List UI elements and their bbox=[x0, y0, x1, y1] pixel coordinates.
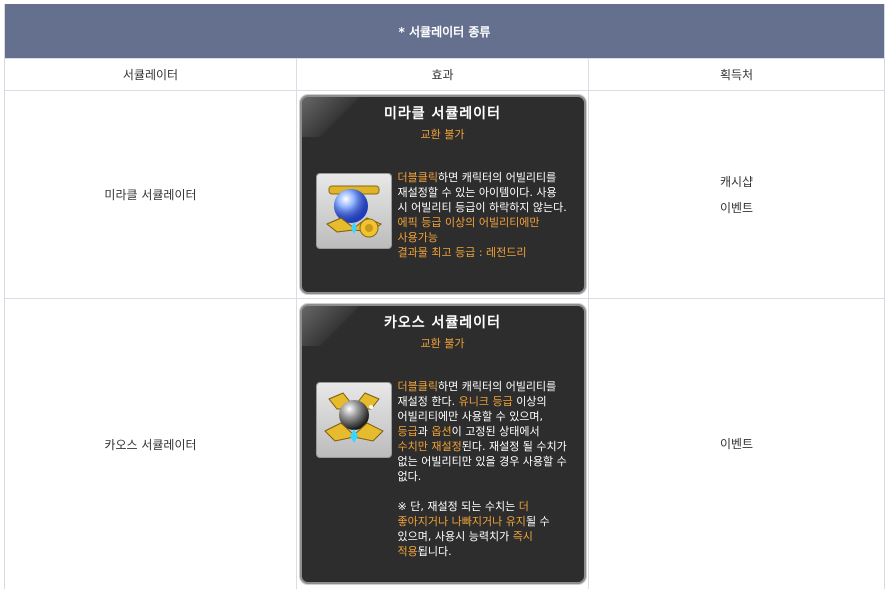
desc-highlight: 옵션 bbox=[431, 425, 452, 438]
card-title: 미라클 서큘레이터 bbox=[384, 106, 501, 122]
column-header-effect: 효과 bbox=[297, 59, 589, 90]
effect-cell: 카오스 서큘레이터 교환 불가 더블클릭하면 캐릭터의 어빌리티를 재설정 한다… bbox=[297, 299, 589, 589]
desc-highlight: 더블클릭 bbox=[397, 380, 438, 393]
miracle-circulator-icon bbox=[315, 173, 392, 249]
card-body: 더블클릭하면 캐릭터의 어빌리티를 재설정할 수 있는 아이템이다. 사용 시 … bbox=[302, 170, 584, 260]
item-name: 미라클 서큘레이터 bbox=[5, 91, 297, 298]
table-title: * 서큘레이터 종류 bbox=[5, 4, 884, 58]
source-cell: 이벤트 bbox=[589, 299, 884, 589]
source-cell: 캐시샵 이벤트 bbox=[589, 91, 884, 298]
chaos-circulator-icon bbox=[315, 382, 392, 458]
table-row: 미라클 서큘레이터 미라클 서큘레이터 교환 불가 더블클릭하면 캐릭터의 어빌… bbox=[5, 90, 884, 298]
item-tooltip-card: 카오스 서큘레이터 교환 불가 더블클릭하면 캐릭터의 어빌리티를 재설정 한다… bbox=[299, 304, 586, 584]
desc-highlight: 결과물 최고 등급 : 레전드리 bbox=[397, 246, 527, 259]
column-header-row: 서큘레이터 효과 획득처 bbox=[5, 58, 884, 90]
desc-highlight: 에픽 등급 이상의 어빌리티에만 사용가능 bbox=[397, 216, 540, 244]
column-header-source: 획득처 bbox=[719, 68, 754, 82]
source-cash-shop: 캐시샵 bbox=[719, 174, 754, 189]
source-event: 이벤트 bbox=[719, 200, 754, 215]
column-header-name: 서큘레이터 bbox=[5, 59, 297, 90]
desc-text: 됩니다. bbox=[417, 545, 452, 558]
item-tooltip-card: 미라클 서큘레이터 교환 불가 더블클릭하면 캐릭터의 어빌리티를 재설정할 수… bbox=[299, 95, 586, 294]
card-trade-status: 교환 불가 bbox=[420, 128, 465, 141]
item-description: 더블클릭하면 캐릭터의 어빌리티를 재설정할 수 있는 아이템이다. 사용 시 … bbox=[398, 170, 568, 260]
page: * 서큘레이터 종류 서큘레이터 효과 획득처 미라클 서큘레이터 미라클 서큘… bbox=[0, 0, 887, 589]
table-row: 카오스 서큘레이터 카오스 서큘레이터 교환 불가 더블클릭하면 캐릭터의 어빌… bbox=[5, 298, 884, 589]
desc-highlight: 등급 bbox=[397, 425, 418, 438]
effect-cell: 미라클 서큘레이터 교환 불가 더블클릭하면 캐릭터의 어빌리티를 재설정할 수… bbox=[297, 91, 589, 298]
source-event: 이벤트 bbox=[719, 437, 754, 451]
desc-text: 이 고정된 상태에서 bbox=[451, 425, 540, 438]
card-title: 카오스 서큘레이터 bbox=[384, 315, 501, 331]
desc-highlight: 수치만 재설정 bbox=[397, 440, 462, 453]
desc-highlight: 유니크 등급 bbox=[458, 395, 513, 408]
item-name: 카오스 서큘레이터 bbox=[5, 299, 297, 589]
circulator-table: * 서큘레이터 종류 서큘레이터 효과 획득처 미라클 서큘레이터 미라클 서큘… bbox=[4, 4, 885, 589]
desc-text: 과 bbox=[417, 425, 432, 438]
desc-highlight: 더블클릭 bbox=[397, 171, 438, 184]
desc-text: ※ 단, 재설정 되는 수치는 bbox=[397, 500, 519, 513]
item-description: 더블클릭하면 캐릭터의 어빌리티를 재설정 한다. 유니크 등급 이상의 어빌리… bbox=[398, 379, 568, 559]
card-body: 더블클릭하면 캐릭터의 어빌리티를 재설정 한다. 유니크 등급 이상의 어빌리… bbox=[302, 379, 584, 559]
card-trade-status: 교환 불가 bbox=[420, 337, 465, 350]
